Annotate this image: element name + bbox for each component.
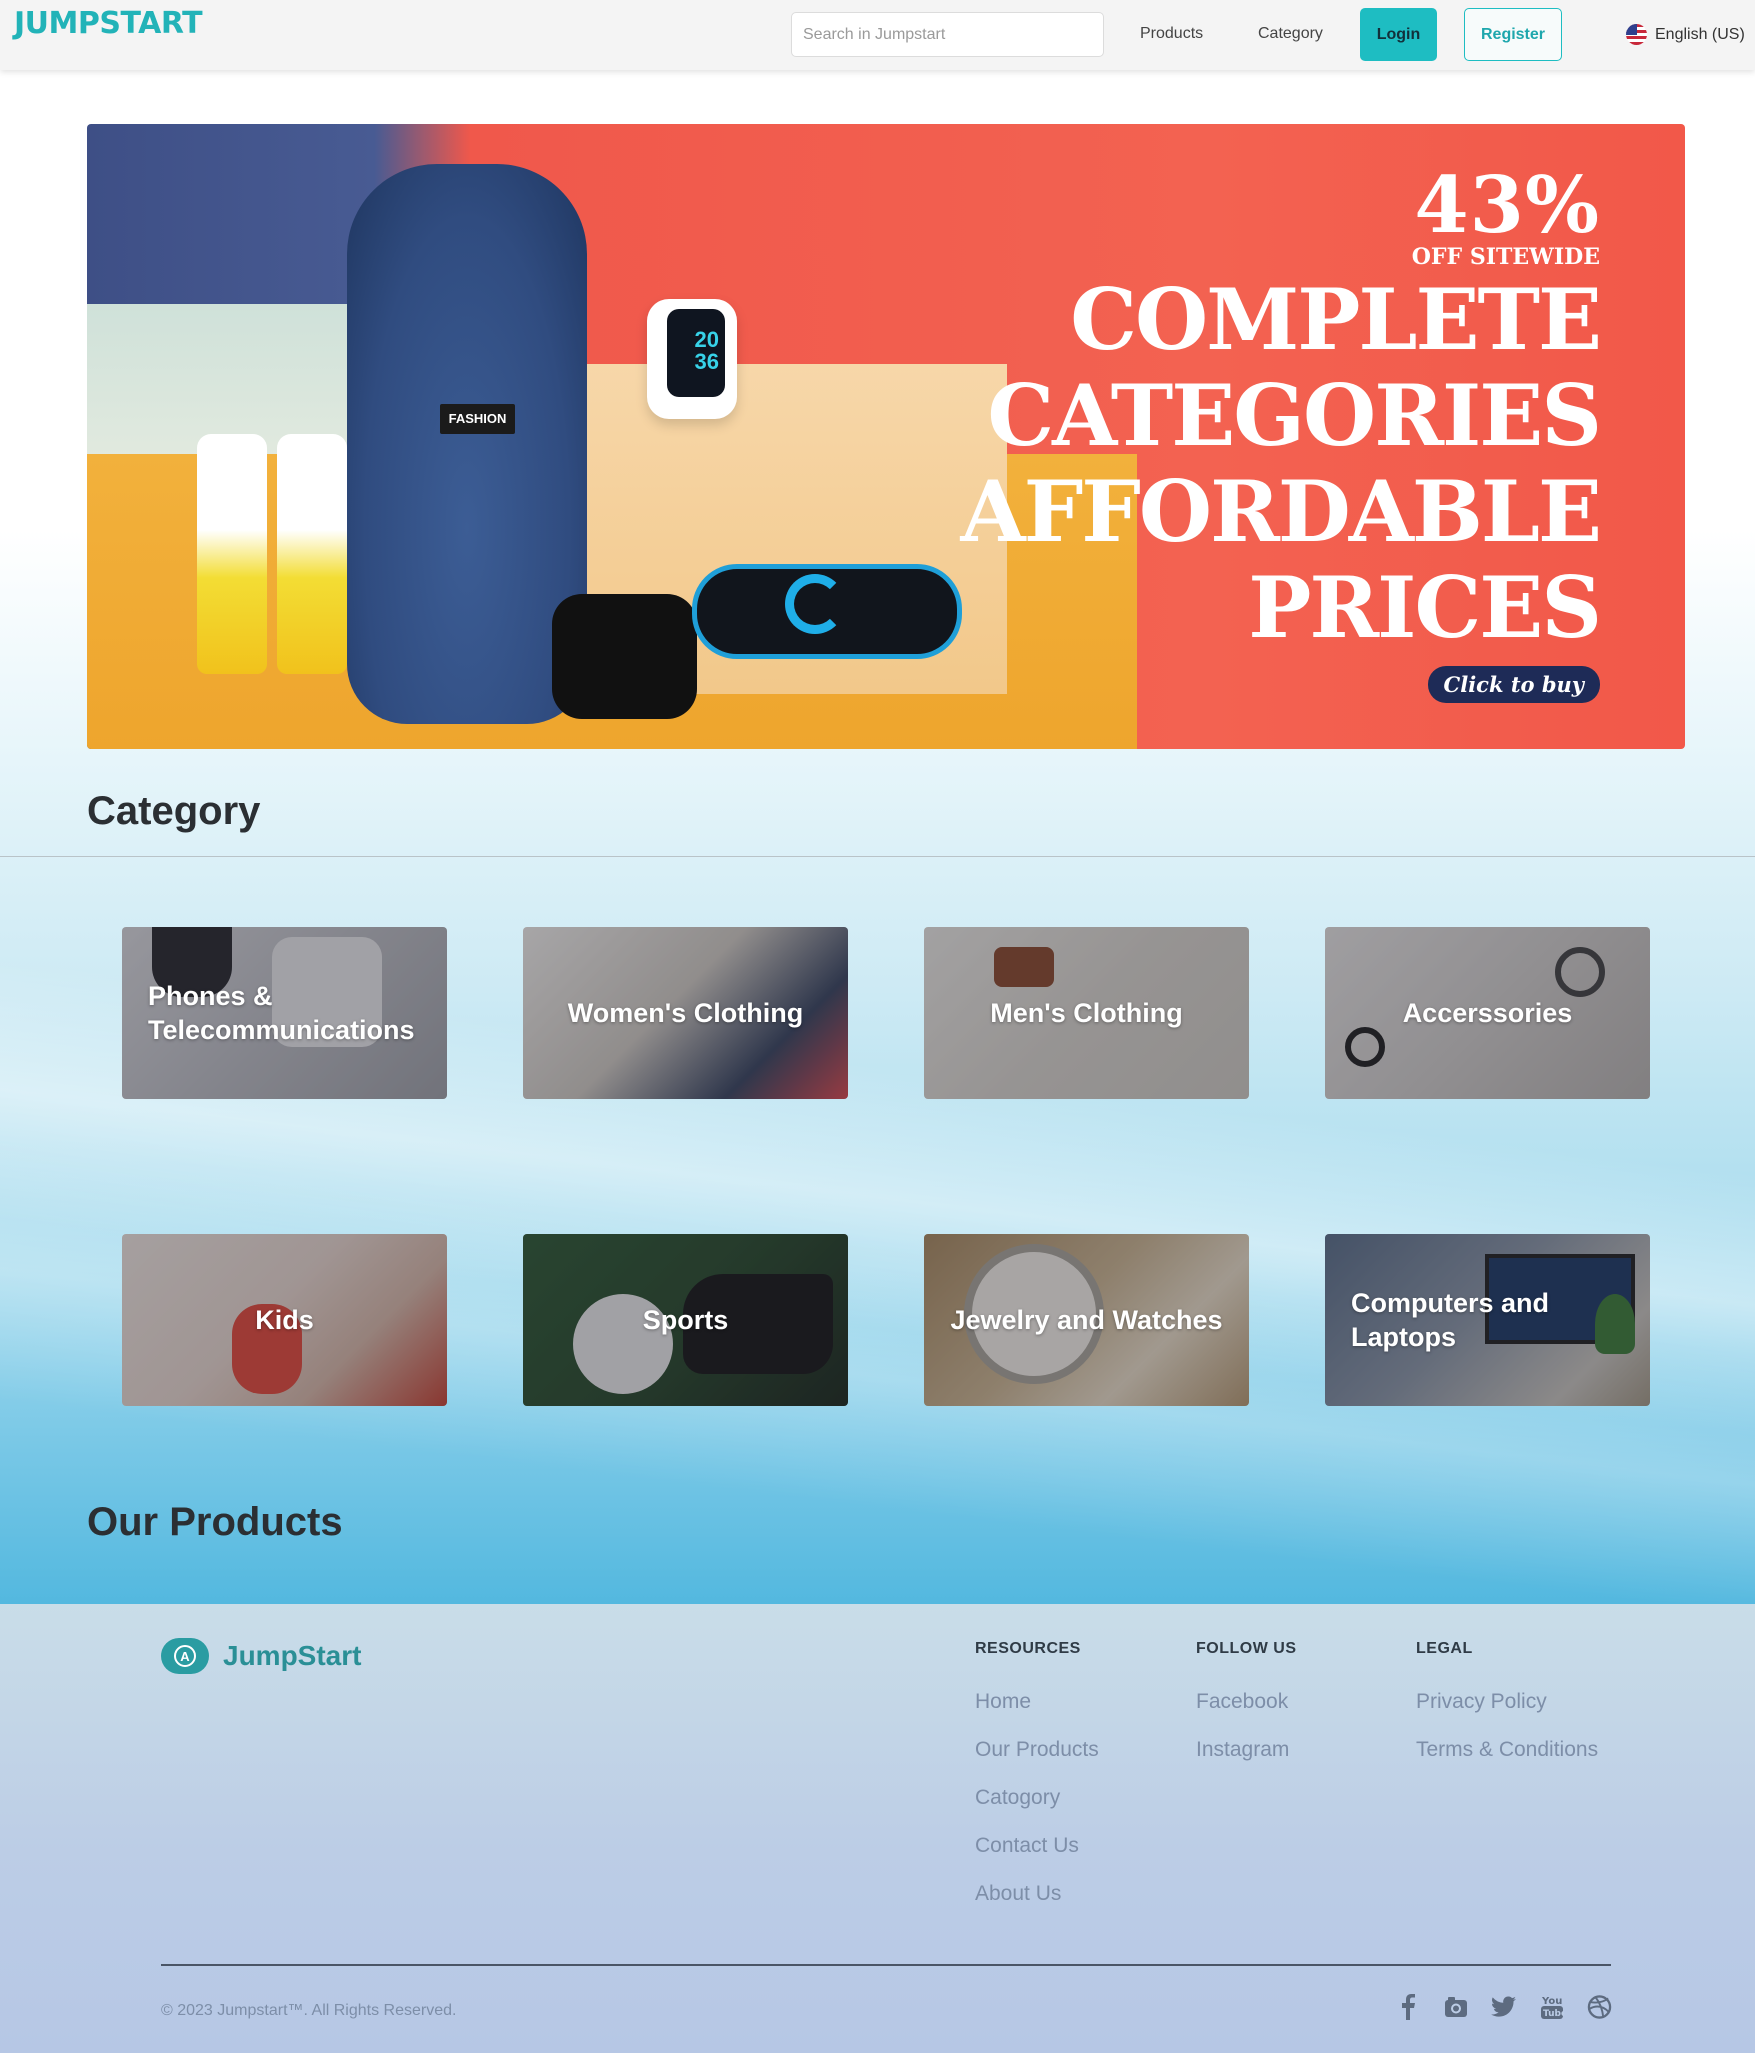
category-card-kids[interactable]: Kids [122, 1234, 447, 1406]
section-divider [0, 856, 1755, 857]
category-card-computers-laptops[interactable]: Computers and Laptops [1325, 1234, 1650, 1406]
footer-brand-name: JumpStart [223, 1640, 362, 1671]
bag-tag: FASHION [440, 404, 515, 434]
footer-link-category[interactable]: Catogory [975, 1786, 1099, 1810]
hero-discount: 43% [1414, 160, 1600, 251]
hero-headline: COMPLETE CATEGORIES AFFORDABLE PRICES [960, 270, 1602, 657]
footer-divider [161, 1964, 1611, 1966]
footer-column-resources: RESOURCES Home Our Products Catogory Con… [975, 1640, 1099, 1930]
footer-column-legal: LEGAL Privacy Policy Terms & Conditions [1416, 1640, 1598, 1786]
footer-column-title: LEGAL [1416, 1640, 1473, 1657]
category-card-sports[interactable]: Sports [523, 1234, 848, 1406]
category-label: Kids [255, 1305, 314, 1335]
footer-column-title: RESOURCES [975, 1640, 1081, 1657]
search-input[interactable] [791, 12, 1104, 57]
category-card-womens-clothing[interactable]: Women's Clothing [523, 927, 848, 1099]
hero-banner[interactable]: FASHION 20 36 43% OFF SITEWIDE COMPLETE … [87, 124, 1685, 749]
login-button[interactable]: Login [1360, 8, 1437, 61]
category-label: Women's Clothing [567, 998, 804, 1028]
register-button[interactable]: Register [1464, 8, 1562, 61]
site-footer: A JumpStart RESOURCES Home Our Products … [0, 1604, 1755, 2053]
footer-link-instagram[interactable]: Instagram [1196, 1738, 1296, 1762]
footer-link-contact-us[interactable]: Contact Us [975, 1834, 1099, 1858]
spray-bottle-image [277, 434, 347, 674]
social-icons: You Tube [1395, 1992, 1612, 2022]
hero-headline-line: PRICES [1248, 558, 1602, 657]
hero-headline-line: COMPLETE [1070, 270, 1602, 369]
category-label: Men's Clothing [990, 998, 1183, 1028]
svg-text:You: You [1541, 1996, 1562, 2007]
click-to-buy-button[interactable]: Click to buy [1427, 666, 1600, 703]
hero-discount-sub: OFF SITEWIDE [1411, 244, 1600, 270]
footer-column-follow-us: FOLLOW US Facebook Instagram [1196, 1640, 1296, 1786]
footer-column-title: FOLLOW US [1196, 1640, 1297, 1657]
category-card-accessories[interactable]: Accerssories [1325, 927, 1650, 1099]
footer-link-terms-conditions[interactable]: Terms & Conditions [1416, 1738, 1598, 1762]
jumpstart-logo-icon: A [161, 1638, 209, 1674]
spray-bottle-image [197, 434, 267, 674]
language-selector[interactable]: English (US) [1626, 24, 1745, 45]
category-label: Phones & Telecommunications [148, 981, 415, 1045]
nav-category-link[interactable]: Category [1258, 25, 1323, 43]
footer-link-facebook[interactable]: Facebook [1196, 1690, 1296, 1714]
category-card-mens-clothing[interactable]: Men's Clothing [924, 927, 1249, 1099]
category-card-phones[interactable]: Phones & Telecommunications [122, 927, 447, 1099]
footer-link-home[interactable]: Home [975, 1690, 1099, 1714]
footer-link-privacy-policy[interactable]: Privacy Policy [1416, 1690, 1598, 1714]
footer-link-about-us[interactable]: About Us [975, 1882, 1099, 1906]
svg-text:Tube: Tube [1543, 2009, 1564, 2019]
category-label: Jewelry and Watches [950, 1305, 1223, 1335]
hero-headline-line: CATEGORIES [987, 366, 1602, 465]
hero-headline-line: AFFORDABLE [960, 462, 1602, 561]
earbuds-image [552, 594, 697, 719]
products-section-title: Our Products [87, 1500, 343, 1544]
copyright-text: © 2023 Jumpstart™. All Rights Reserved. [161, 2002, 457, 2019]
category-label: Computers and Laptops [1351, 1288, 1550, 1352]
footer-link-our-products[interactable]: Our Products [975, 1738, 1099, 1762]
category-section-title: Category [87, 789, 261, 833]
backpack-image [347, 164, 587, 724]
category-card-jewelry-watches[interactable]: Jewelry and Watches [924, 1234, 1249, 1406]
us-flag-icon [1626, 24, 1647, 45]
top-navigation-bar: JUMPSTART Products Category Login Regist… [0, 0, 1755, 70]
hero-text-block: 43% OFF SITEWIDE COMPLETE CATEGORIES AFF… [960, 160, 1602, 703]
nav-products-link[interactable]: Products [1140, 25, 1203, 43]
instagram-icon[interactable] [1443, 1992, 1468, 2022]
twitter-icon[interactable] [1491, 1992, 1516, 2022]
language-label: English (US) [1655, 25, 1745, 43]
dribbble-icon[interactable] [1587, 1992, 1612, 2022]
smartwatch-display: 20 36 [667, 309, 725, 397]
category-label: Sports [642, 1305, 729, 1335]
jumpstart-logo[interactable]: JUMPSTART [14, 6, 203, 41]
category-label: Accerssories [1402, 998, 1573, 1028]
facebook-icon[interactable] [1395, 1992, 1420, 2022]
youtube-icon[interactable]: You Tube [1539, 1992, 1564, 2022]
massager-logo-icon [785, 574, 845, 634]
footer-logo[interactable]: A JumpStart [161, 1638, 361, 1674]
